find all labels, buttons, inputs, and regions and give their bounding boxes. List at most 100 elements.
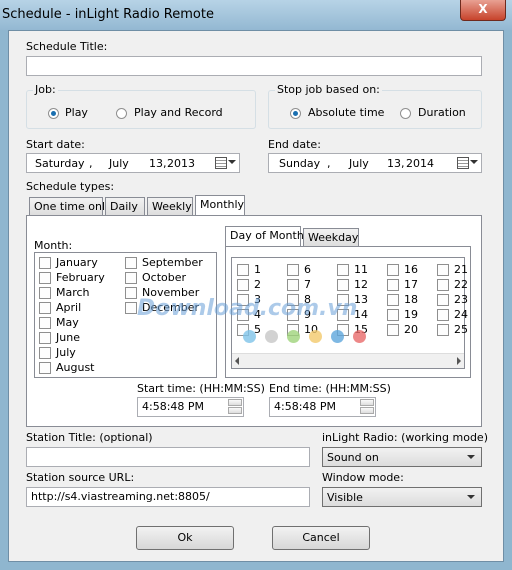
tab-daily[interactable]: Daily bbox=[105, 197, 145, 216]
day-12-checkbox[interactable] bbox=[337, 279, 349, 291]
schedule-title-input[interactable] bbox=[26, 56, 482, 76]
station-title-input[interactable] bbox=[26, 447, 310, 467]
chevron-down-icon[interactable] bbox=[467, 495, 475, 499]
duration-radio[interactable] bbox=[400, 108, 411, 119]
day-17-checkbox[interactable] bbox=[387, 279, 399, 291]
day-18-checkbox[interactable] bbox=[387, 294, 399, 306]
tab-monthly[interactable]: Monthly bbox=[195, 195, 245, 216]
scroll-left-icon[interactable] bbox=[235, 357, 239, 365]
window-mode-select[interactable]: Visible bbox=[322, 487, 482, 507]
tab-weekday[interactable]: Weekday bbox=[303, 228, 359, 247]
day-22-checkbox[interactable] bbox=[437, 279, 449, 291]
ok-button[interactable]: Ok bbox=[136, 526, 234, 550]
absolute-time-radio[interactable] bbox=[290, 108, 301, 119]
calendar-icon[interactable] bbox=[215, 157, 227, 169]
day-24-label: 24 bbox=[454, 308, 468, 321]
close-button[interactable]: X bbox=[460, 0, 506, 21]
day-24-checkbox[interactable] bbox=[437, 309, 449, 321]
month-july-label: July bbox=[56, 346, 76, 359]
day-1-label: 1 bbox=[254, 263, 261, 276]
watermark-dot bbox=[353, 330, 366, 343]
stop-job-group: Stop job based on: Absolute time Duratio… bbox=[268, 83, 482, 129]
spin-up-icon[interactable] bbox=[360, 399, 374, 406]
month-september-checkbox[interactable] bbox=[125, 257, 137, 269]
end-time-value: 4:58:48 PM bbox=[274, 400, 337, 413]
spin-down-icon[interactable] bbox=[228, 407, 242, 414]
window-mode-value: Visible bbox=[327, 491, 363, 504]
stop-job-label: Stop job based on: bbox=[275, 83, 382, 96]
month-november-checkbox[interactable] bbox=[125, 287, 137, 299]
schedule-types-label: Schedule types: bbox=[26, 180, 115, 193]
window-mode-label: Window mode: bbox=[322, 471, 404, 484]
day-21-checkbox[interactable] bbox=[437, 264, 449, 276]
play-record-radio[interactable] bbox=[116, 108, 127, 119]
radio-mode-label: inLight Radio: (working mode) bbox=[322, 431, 488, 444]
chevron-down-icon[interactable] bbox=[470, 160, 478, 164]
end-sep: , bbox=[327, 157, 331, 170]
day-11-checkbox[interactable] bbox=[337, 264, 349, 276]
tab-weekly[interactable]: Weekly bbox=[147, 197, 193, 216]
day-25-checkbox[interactable] bbox=[437, 324, 449, 336]
tab-one-time[interactable]: One time only bbox=[29, 197, 112, 216]
tab-day-of-month[interactable]: Day of Month bbox=[225, 226, 304, 247]
start-month: July bbox=[109, 157, 129, 170]
month-october-label: October bbox=[142, 271, 187, 284]
play-radio[interactable] bbox=[48, 108, 59, 119]
station-url-input[interactable]: http://s4.viastreaming.net:8805/ bbox=[26, 487, 310, 507]
title-bar[interactable]: Schedule - inLight Radio Remote X bbox=[0, 0, 512, 30]
start-weekday: Saturday bbox=[35, 157, 85, 170]
end-time-label: End time: (HH:MM:SS) bbox=[269, 382, 391, 395]
schedule-window: Schedule - inLight Radio Remote X Schedu… bbox=[0, 0, 512, 570]
start-date-picker[interactable]: Saturday , July 13, 2013 bbox=[26, 153, 240, 173]
month-june-checkbox[interactable] bbox=[39, 332, 51, 344]
watermark-text: Download.com.vn bbox=[137, 296, 358, 321]
day-6-label: 6 bbox=[304, 263, 311, 276]
radio-mode-select[interactable]: Sound on bbox=[322, 447, 482, 467]
day-22-label: 22 bbox=[454, 278, 468, 291]
start-sep: , bbox=[89, 157, 93, 170]
start-year: 2013 bbox=[167, 157, 195, 170]
spin-down-icon[interactable] bbox=[360, 407, 374, 414]
job-label: Job: bbox=[33, 83, 58, 96]
schedule-title-label: Schedule Title: bbox=[26, 40, 108, 53]
end-time-spinner[interactable] bbox=[360, 399, 374, 415]
day-1-checkbox[interactable] bbox=[237, 264, 249, 276]
end-time-input[interactable]: 4:58:48 PM bbox=[269, 397, 376, 417]
day-19-checkbox[interactable] bbox=[387, 309, 399, 321]
month-august-checkbox[interactable] bbox=[39, 362, 51, 374]
day-20-label: 20 bbox=[404, 323, 418, 336]
monthly-panel: Month: January February March April May June J… bbox=[26, 215, 482, 427]
day-7-checkbox[interactable] bbox=[287, 279, 299, 291]
start-time-spinner[interactable] bbox=[228, 399, 242, 415]
day-6-checkbox[interactable] bbox=[287, 264, 299, 276]
month-april-checkbox[interactable] bbox=[39, 302, 51, 314]
calendar-icon[interactable] bbox=[457, 157, 469, 169]
day-2-checkbox[interactable] bbox=[237, 279, 249, 291]
day-23-label: 23 bbox=[454, 293, 468, 306]
day-11-label: 11 bbox=[354, 263, 368, 276]
month-march-checkbox[interactable] bbox=[39, 287, 51, 299]
month-july-checkbox[interactable] bbox=[39, 347, 51, 359]
month-january-checkbox[interactable] bbox=[39, 257, 51, 269]
month-december-checkbox[interactable] bbox=[125, 302, 137, 314]
start-date-label: Start date: bbox=[26, 138, 85, 151]
chevron-down-icon[interactable] bbox=[467, 455, 475, 459]
scroll-right-icon[interactable] bbox=[457, 357, 461, 365]
day-16-checkbox[interactable] bbox=[387, 264, 399, 276]
day-23-checkbox[interactable] bbox=[437, 294, 449, 306]
month-may-checkbox[interactable] bbox=[39, 317, 51, 329]
day-20-checkbox[interactable] bbox=[387, 324, 399, 336]
chevron-down-icon[interactable] bbox=[228, 160, 236, 164]
cancel-button[interactable]: Cancel bbox=[272, 526, 370, 550]
month-june-label: June bbox=[56, 331, 80, 344]
end-month: July bbox=[349, 157, 369, 170]
end-date-picker[interactable]: Sunday , July 13, 2014 bbox=[268, 153, 482, 173]
watermark-dot bbox=[265, 330, 278, 343]
horizontal-scrollbar[interactable] bbox=[232, 353, 464, 368]
absolute-time-label: Absolute time bbox=[308, 106, 385, 119]
end-day: 13, bbox=[387, 157, 405, 170]
start-time-input[interactable]: 4:58:48 PM bbox=[137, 397, 244, 417]
month-february-checkbox[interactable] bbox=[39, 272, 51, 284]
month-october-checkbox[interactable] bbox=[125, 272, 137, 284]
spin-up-icon[interactable] bbox=[228, 399, 242, 406]
